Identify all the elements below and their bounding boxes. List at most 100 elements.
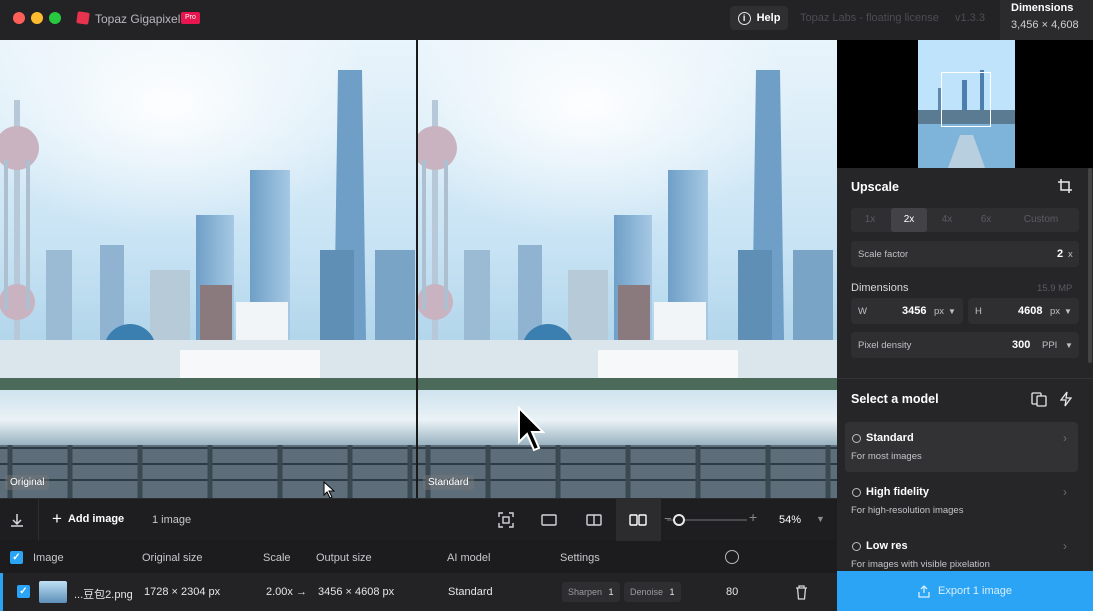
close-window-button[interactable] (13, 12, 25, 24)
license-text: Topaz Labs - floating license (800, 12, 939, 24)
title-bar: Topaz Gigapixel Pro i Help Topaz Labs - … (0, 0, 1093, 40)
scale-option-6x[interactable]: 6x (967, 208, 1005, 232)
app-logo-icon (76, 11, 90, 25)
export-label: Export 1 image (938, 585, 1012, 597)
row-filename: ...豆包2.png (74, 589, 133, 601)
maximize-window-button[interactable] (49, 12, 61, 24)
col-settings: Settings (560, 552, 600, 564)
scale-option-1x[interactable]: 1x (851, 208, 889, 232)
original-preview-pane[interactable]: Original (0, 40, 416, 498)
select-all-checkbox[interactable]: ✓ (10, 551, 23, 564)
model-desc: For images with visible pixelation (851, 559, 990, 570)
navigator-panel[interactable] (837, 40, 1093, 168)
model-desc: For most images (851, 451, 922, 462)
megapixels-value: 15.9 MP (1037, 283, 1073, 294)
navigator-thumbnail[interactable] (918, 40, 1015, 168)
single-view-icon[interactable] (538, 509, 560, 531)
width-field[interactable]: W 3456 px ▼ (851, 298, 963, 324)
preview-area[interactable]: Original Standard (0, 40, 837, 498)
model-high-fidelity-icon (852, 488, 861, 497)
scale-factor-label: Scale factor (858, 249, 909, 260)
row-scale: 2.00x → (266, 586, 307, 598)
processed-preview-pane[interactable]: Standard (418, 40, 837, 498)
toolbar-divider (38, 499, 39, 541)
scale-factor-field[interactable]: Scale factor 2 x (851, 241, 1079, 267)
width-unit-chevron-icon[interactable]: ▼ (948, 307, 956, 316)
mouse-cursor-icon (518, 406, 545, 452)
scale-factor-value: 2 (1057, 248, 1064, 260)
lightning-icon[interactable] (1059, 391, 1073, 407)
zoom-value: 54% (779, 514, 802, 526)
width-unit[interactable]: px (934, 306, 944, 317)
scale-option-custom[interactable]: Custom (1011, 208, 1071, 232)
denoise-setting[interactable]: Denoise 1 (624, 582, 681, 602)
height-field[interactable]: H 4608 px ▼ (968, 298, 1079, 324)
row-original-size: 1728 × 2304 px (144, 586, 221, 598)
trash-icon[interactable] (795, 585, 808, 600)
row-checkbox[interactable]: ✓ (17, 585, 30, 598)
image-count: 1 image (152, 514, 192, 526)
scale-selector[interactable]: 1x 2x 4x 6x Custom (851, 208, 1079, 232)
row-quality: 80 (726, 586, 739, 598)
fit-view-icon[interactable] (495, 509, 517, 531)
row-model: Standard (448, 586, 493, 598)
model-name: Standard (866, 432, 914, 444)
export-icon (918, 584, 930, 598)
help-button[interactable]: i Help (730, 6, 788, 30)
side-by-side-icon[interactable] (627, 509, 649, 531)
chevron-right-icon: › (1063, 485, 1067, 499)
chevron-right-icon: › (1063, 539, 1067, 553)
version-text: v1.3.3 (955, 12, 985, 24)
dimensions-panel: Dimensions 3,456 × 4,608 (1000, 0, 1093, 40)
settings-sidebar: Upscale 1x 2x 4x 6x Custom Scale factor … (837, 40, 1093, 611)
add-image-label: Add image (67, 513, 125, 525)
scale-option-2x[interactable]: 2x (891, 208, 927, 232)
dimensions-label: Dimensions (851, 282, 909, 294)
pixel-density-unit[interactable]: PPI (1042, 340, 1057, 351)
dimensions-title: Dimensions (1011, 2, 1074, 14)
col-output-size: Output size (316, 552, 372, 564)
small-cursor-icon (323, 481, 335, 498)
model-label: Standard (423, 475, 474, 490)
zoom-in-button[interactable]: + (749, 509, 757, 525)
scale-option-4x[interactable]: 4x (929, 208, 965, 232)
table-row[interactable]: ✓ ...豆包2.png 1728 × 2304 px 2.00x → 3456… (0, 573, 837, 611)
minimize-window-button[interactable] (31, 12, 43, 24)
bottom-toolbar: + Add image 1 image − + 54% ▼ (0, 498, 837, 541)
app-title: Topaz Gigapixel (95, 12, 181, 26)
scale-factor-unit: x (1068, 249, 1073, 260)
row-output-size: 3456 × 4608 px (318, 586, 395, 598)
height-unit-chevron-icon[interactable]: ▼ (1064, 307, 1072, 316)
col-scale: Scale (263, 552, 291, 564)
help-label: Help (756, 12, 781, 24)
navigator-viewport-box[interactable] (941, 72, 991, 127)
model-option-standard[interactable]: Standard For most images › (845, 422, 1078, 472)
width-value: 3456 (902, 305, 927, 317)
crop-icon[interactable] (1058, 179, 1072, 193)
pixel-density-chevron-icon[interactable]: ▼ (1065, 341, 1073, 350)
col-image: Image (33, 552, 64, 564)
sort-icon[interactable] (8, 511, 26, 529)
model-name: Low res (866, 540, 908, 552)
quality-smile-icon (725, 550, 739, 564)
zoom-dropdown-chevron-icon[interactable]: ▼ (816, 514, 825, 524)
denoise-value: 1 (669, 587, 675, 597)
add-image-button[interactable]: + Add image (52, 510, 125, 527)
chevron-right-icon: › (1063, 431, 1067, 445)
height-label: H (975, 306, 982, 317)
split-view-icon[interactable] (583, 509, 605, 531)
pixel-density-field[interactable]: Pixel density 300 PPI ▼ (851, 332, 1079, 358)
model-low-res-icon (852, 542, 861, 551)
sidebar-scrollbar[interactable] (1088, 168, 1092, 363)
zoom-slider-handle[interactable] (673, 514, 685, 526)
export-button[interactable]: Export 1 image (837, 571, 1093, 611)
sharpen-label: Sharpen (568, 587, 603, 597)
model-standard-icon (852, 434, 861, 443)
model-option-high-fidelity[interactable]: High fidelity For high-resolution images… (845, 476, 1078, 526)
height-unit[interactable]: px (1050, 306, 1060, 317)
model-desc: For high-resolution images (851, 505, 964, 516)
compare-models-icon[interactable] (1031, 391, 1047, 407)
original-label: Original (5, 475, 50, 490)
section-divider (837, 378, 1093, 379)
sharpen-setting[interactable]: Sharpen 1 (562, 582, 620, 602)
